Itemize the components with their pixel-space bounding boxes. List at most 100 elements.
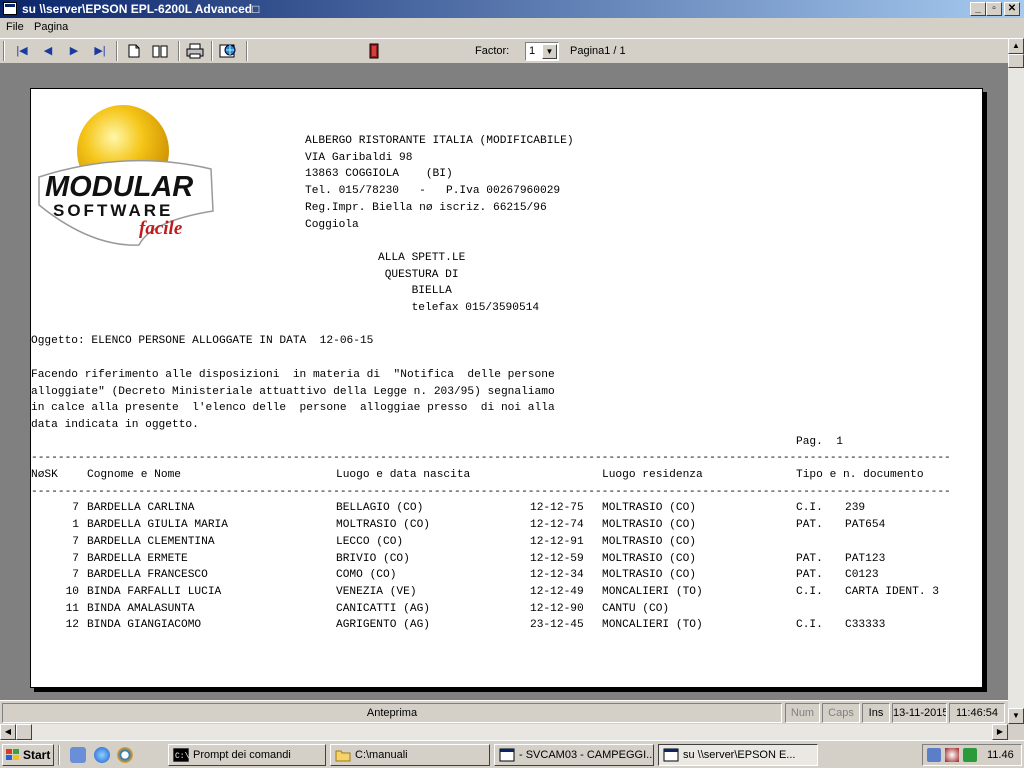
preview-area: MODULAR SOFTWARE facile ALBERGO RISTORAN…	[0, 64, 1008, 700]
table-header-cell: Tipo e n. documento	[796, 469, 924, 481]
residence: MOLTRASIO (CO)	[602, 569, 696, 582]
menu-pagina[interactable]: Pagina	[34, 21, 68, 33]
menu-file[interactable]: File	[6, 21, 24, 33]
printer-icon	[186, 43, 204, 59]
birth-date: 12-12-75	[530, 502, 584, 515]
factor-label: Factor:	[475, 45, 510, 57]
scroll-right-button[interactable]: ▶	[992, 724, 1008, 740]
network-icon[interactable]	[927, 748, 941, 762]
next-page-button[interactable]: ▶	[64, 42, 84, 60]
sender-address-line: Reg.Impr. Biella nø iscriz. 66215/96	[305, 201, 547, 214]
status-message: Anteprima	[2, 703, 782, 723]
security-icon[interactable]	[945, 748, 959, 762]
horizontal-scrollbar[interactable]: ◀ ▶	[0, 724, 1008, 740]
task-svcam03[interactable]: - SVCAM03 - CAMPEGGI...	[494, 744, 654, 766]
title-bar[interactable]: su \\server\EPSON EPL-6200L Advanced□ _ …	[0, 0, 1024, 18]
document-type: PAT.	[796, 552, 823, 565]
table-separator: ----------------------------------------…	[31, 452, 951, 465]
window-title: su \\server\EPSON EPL-6200L Advanced□	[22, 2, 260, 16]
num-lock-indicator: Num	[785, 703, 820, 723]
document-number: C0123	[845, 569, 879, 582]
command-prompt-icon: C:\	[173, 748, 189, 762]
guest-name: BINDA AMALASUNTA	[87, 602, 195, 615]
start-label: Start	[23, 748, 51, 762]
vertical-scroll-thumb[interactable]	[1008, 54, 1024, 68]
task-epson-preview[interactable]: su \\server\EPSON E...	[658, 744, 818, 766]
exit-button[interactable]	[364, 42, 384, 60]
export-button[interactable]	[218, 42, 238, 60]
close-button[interactable]: ✕	[1004, 2, 1020, 16]
residence: MONCALIERI (TO)	[602, 585, 703, 598]
globe-export-icon	[219, 44, 236, 58]
start-button[interactable]: Start	[2, 744, 54, 766]
document-number: 239	[845, 502, 866, 515]
chevron-down-icon[interactable]: ▼	[542, 44, 557, 59]
taskbar-separator	[58, 745, 60, 765]
scroll-up-button[interactable]: ▲	[1008, 38, 1024, 54]
first-page-button[interactable]: |◀	[12, 42, 32, 60]
guest-name: BARDELLA GIULIA MARIA	[87, 519, 228, 532]
last-page-button[interactable]: ▶|	[90, 42, 110, 60]
scroll-down-button[interactable]: ▼	[1008, 708, 1024, 724]
task-label: - SVCAM03 - CAMPEGGI...	[519, 749, 654, 761]
task-manuali[interactable]: C:\manuali	[330, 744, 490, 766]
preview-page: MODULAR SOFTWARE facile ALBERGO RISTORAN…	[30, 88, 983, 688]
guest-name: BINDA GIANGIACOMO	[87, 619, 202, 632]
birth-date: 12-12-91	[530, 535, 584, 548]
maximize-button[interactable]: ▫	[986, 2, 1002, 16]
single-page-button[interactable]	[124, 42, 144, 60]
sender-address-line: VIA Garibaldi 98	[305, 151, 413, 164]
residence: MOLTRASIO (CO)	[602, 535, 696, 548]
system-tray: 11.46	[922, 744, 1022, 766]
birth-date: 12-12-90	[530, 602, 584, 615]
show-desktop-icon[interactable]	[70, 747, 86, 763]
taskbar-clock[interactable]: 11.46	[987, 745, 1014, 765]
recipient-line: BIELLA	[378, 285, 452, 298]
row-number: 7	[72, 552, 79, 565]
body-text-line: in calce alla presente l'elenco delle pe…	[31, 402, 555, 415]
prev-page-button[interactable]: ◀	[38, 42, 58, 60]
task-prompt[interactable]: C:\ Prompt dei comandi	[168, 744, 326, 766]
window-icon[interactable]	[3, 2, 17, 15]
document-type: C.I.	[796, 585, 823, 598]
toolbar-separator	[246, 41, 248, 61]
scroll-left-button[interactable]: ◀	[0, 724, 16, 740]
row-number: 12	[65, 619, 79, 632]
document-number: PAT654	[845, 519, 886, 532]
minimize-button[interactable]: _	[970, 2, 986, 16]
windows-logo-icon	[6, 749, 19, 760]
document-type: C.I.	[796, 619, 823, 632]
birth-place: VENEZIA (VE)	[336, 585, 417, 598]
menu-bar: File Pagina	[0, 18, 1024, 38]
residence: CANTU (CO)	[602, 602, 670, 615]
body-text-line: alloggiate" (Decreto Ministeriale attuat…	[31, 385, 555, 398]
row-number: 7	[72, 569, 79, 582]
insert-indicator: Ins	[862, 703, 890, 723]
print-button[interactable]	[185, 42, 205, 60]
document-number: PAT123	[845, 552, 886, 565]
two-pages-button[interactable]	[150, 42, 170, 60]
factor-select[interactable]: 1 ▼	[525, 42, 559, 61]
status-time: 11:46:54	[949, 703, 1005, 723]
birth-date: 23-12-45	[530, 619, 584, 632]
recipient-line: QUESTURA DI	[378, 268, 459, 281]
birth-place: CANICATTI (AG)	[336, 602, 430, 615]
vertical-scrollbar[interactable]: ▲ ▼	[1008, 38, 1024, 724]
residence: MOLTRASIO (CO)	[602, 519, 696, 532]
media-player-icon[interactable]	[117, 747, 133, 763]
status-bar: Anteprima Num Caps Ins 13-11-2015 11:46:…	[0, 700, 1008, 724]
update-icon[interactable]	[963, 748, 977, 762]
internet-explorer-icon[interactable]	[94, 747, 110, 763]
residence: MONCALIERI (TO)	[602, 619, 703, 632]
document-number: CARTA IDENT. 3	[845, 585, 939, 598]
body-text-line: Facendo riferimento alle disposizioni in…	[31, 368, 555, 381]
caps-lock-indicator: Caps	[822, 703, 860, 723]
task-label: C:\manuali	[355, 749, 408, 761]
sender-address-line: Coggiola	[305, 218, 359, 231]
sender-address-line: ALBERGO RISTORANTE ITALIA (MODIFICABILE)	[305, 135, 574, 147]
sender-address-line: Tel. 015/78230 - P.Iva 00267960029	[305, 185, 561, 198]
document-type: PAT.	[796, 519, 823, 532]
horizontal-scroll-thumb[interactable]	[16, 724, 32, 740]
scroll-corner	[1008, 724, 1024, 740]
birth-place: AGRIGENTO (AG)	[336, 619, 430, 632]
